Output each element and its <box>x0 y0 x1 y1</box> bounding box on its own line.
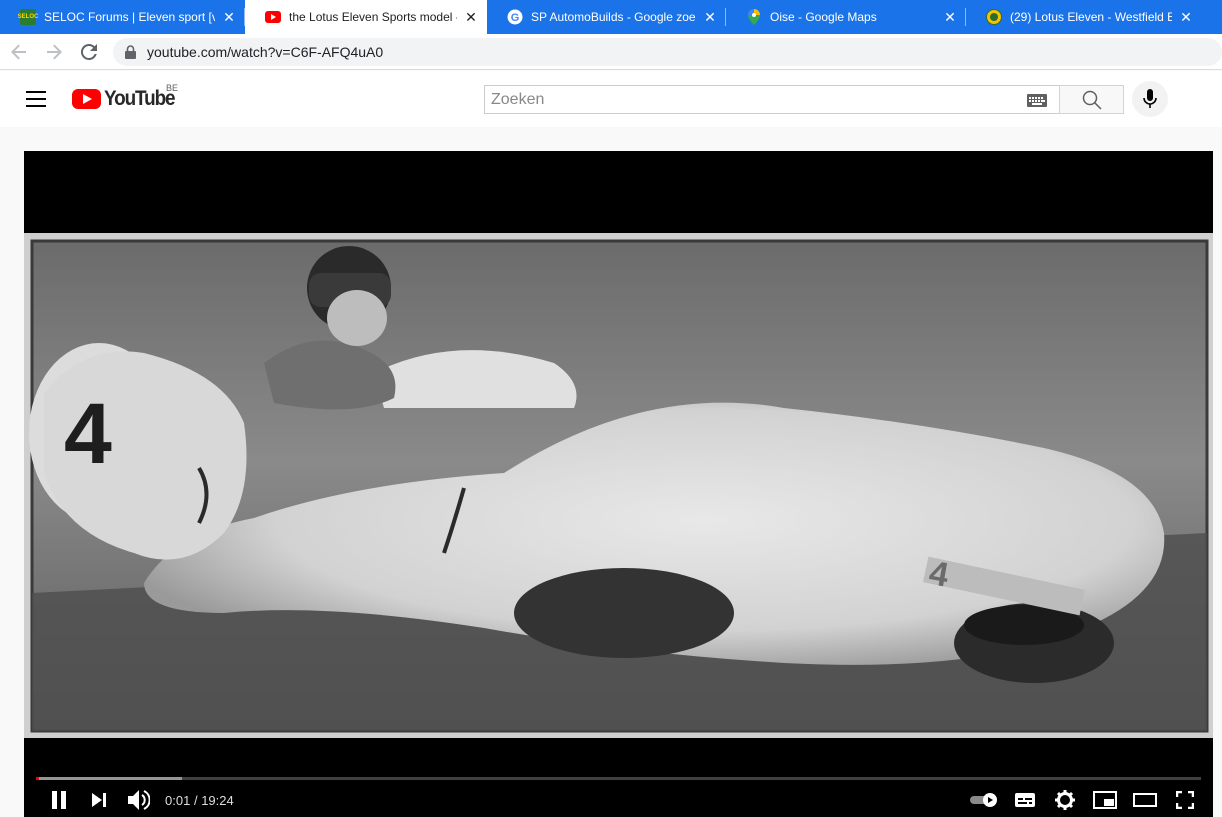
close-icon[interactable]: ✕ <box>702 9 718 25</box>
tab-title: (29) Lotus Eleven - Westfield Elev <box>1010 10 1172 24</box>
miniplayer-icon <box>1093 791 1117 809</box>
mute-button[interactable] <box>119 783 159 817</box>
tab-google-search[interactable]: G SP AutomoBuilds - Google zoeke ✕ <box>487 0 726 34</box>
car-number-label: 4 <box>64 386 112 482</box>
gear-icon <box>1055 790 1075 810</box>
progress-played <box>36 777 39 780</box>
tab-seloc-forums[interactable]: SELOC SELOC Forums | Eleven sport [vid ✕ <box>0 0 245 34</box>
close-icon[interactable]: ✕ <box>463 9 479 25</box>
next-button[interactable] <box>79 783 119 817</box>
url-text: youtube.com/watch?v=C6F-AFQ4uA0 <box>147 43 384 60</box>
video-player[interactable]: 4 4 0:01 / 19:24 <box>24 151 1213 817</box>
autoplay-toggle-icon <box>970 793 997 807</box>
video-frame[interactable]: 4 4 <box>24 233 1213 738</box>
youtube-wordmark: YouTube <box>104 87 176 110</box>
close-icon[interactable]: ✕ <box>221 9 237 25</box>
youtube-logo[interactable]: YouTube BE <box>72 83 182 111</box>
tab-google-maps[interactable]: Oise - Google Maps ✕ <box>726 0 966 34</box>
pause-button[interactable] <box>39 783 79 817</box>
forward-button[interactable] <box>38 36 70 68</box>
time-display: 0:01 / 19:24 <box>165 793 234 808</box>
youtube-icon <box>265 9 281 25</box>
race-car-photo: 4 4 <box>24 233 1213 738</box>
close-icon[interactable]: ✕ <box>1178 9 1194 25</box>
svg-text:G: G <box>511 12 520 24</box>
search-icon <box>1082 90 1102 110</box>
youtube-header: YouTube BE <box>0 71 1222 127</box>
video-progress-bar[interactable] <box>36 777 1201 780</box>
tab-title: Oise - Google Maps <box>770 10 877 24</box>
autoplay-toggle[interactable] <box>965 783 1005 817</box>
tab-lotus-westfield[interactable]: (29) Lotus Eleven - Westfield Elev ✕ <box>966 0 1202 34</box>
google-icon: G <box>507 9 523 25</box>
progress-loaded <box>36 777 182 780</box>
search-box <box>484 85 1059 114</box>
settings-button[interactable] <box>1045 783 1085 817</box>
arrow-right-icon <box>47 44 62 59</box>
player-right-controls <box>965 783 1205 817</box>
search-input[interactable] <box>485 86 1027 113</box>
subtitles-icon <box>1015 793 1035 807</box>
volume-icon <box>128 790 150 810</box>
fullscreen-button[interactable] <box>1165 783 1205 817</box>
tab-title: the Lotus Eleven Sports model - <box>289 10 457 24</box>
theater-mode-icon <box>1133 793 1157 807</box>
address-bar: youtube.com/watch?v=C6F-AFQ4uA0 <box>0 34 1222 70</box>
pause-icon <box>52 791 66 809</box>
arrow-left-icon <box>11 44 26 59</box>
tab-lotus-eleven-video[interactable]: the Lotus Eleven Sports model - ✕ <box>245 0 487 34</box>
voice-search-button[interactable] <box>1132 81 1168 117</box>
tab-title: SP AutomoBuilds - Google zoeke <box>531 10 696 24</box>
total-time: 19:24 <box>201 792 234 808</box>
tab-title: SELOC Forums | Eleven sport [vid <box>44 10 215 24</box>
subtitles-button[interactable] <box>1005 783 1045 817</box>
reload-button[interactable] <box>73 36 105 68</box>
keyboard-icon[interactable] <box>1027 93 1047 107</box>
close-icon[interactable]: ✕ <box>942 9 958 25</box>
url-omnibox[interactable]: youtube.com/watch?v=C6F-AFQ4uA0 <box>113 37 1222 66</box>
back-button[interactable] <box>3 36 35 68</box>
browser-tab-bar: SELOC SELOC Forums | Eleven sport [vid ✕… <box>0 0 1222 34</box>
miniplayer-button[interactable] <box>1085 783 1125 817</box>
fullscreen-icon <box>1176 791 1194 809</box>
player-controls: 0:01 / 19:24 <box>24 783 1213 817</box>
seloc-icon: SELOC <box>18 9 38 25</box>
skip-next-icon <box>92 793 106 807</box>
time-separator: / <box>193 792 198 808</box>
menu-icon[interactable] <box>26 91 46 107</box>
youtube-play-icon <box>72 89 101 109</box>
lock-icon <box>125 44 137 59</box>
country-code: BE <box>166 83 179 93</box>
reload-icon <box>81 43 97 60</box>
maps-pin-icon <box>746 9 762 25</box>
lotus-icon <box>986 9 1002 25</box>
microphone-icon <box>1143 89 1157 108</box>
search-button[interactable] <box>1059 85 1124 114</box>
theater-mode-button[interactable] <box>1125 783 1165 817</box>
current-time: 0:01 <box>165 792 191 808</box>
